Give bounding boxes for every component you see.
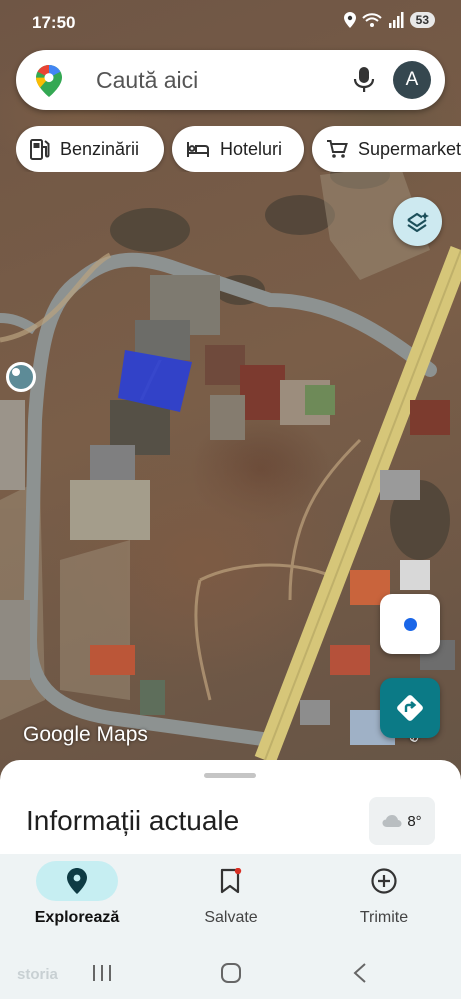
bottom-navigation: Explorează Salvate Trimite (0, 854, 461, 948)
nav-explore[interactable]: Explorează (0, 854, 154, 948)
cloud-icon (382, 815, 402, 827)
nav-label: Trimite (359, 909, 409, 926)
chip-gas-stations[interactable]: Benzinării (16, 126, 164, 172)
place-marker-icon[interactable] (6, 362, 36, 392)
chip-supermarket[interactable]: Supermarket (312, 126, 461, 172)
system-navigation-bar: storia (0, 948, 461, 999)
home-button[interactable] (211, 958, 251, 988)
nav-icon-container (190, 861, 272, 901)
battery-indicator: 53 (409, 12, 435, 28)
directions-icon (397, 695, 423, 721)
nav-contribute[interactable]: Trimite (307, 854, 461, 948)
category-chips: Benzinării Hoteluri Supermarket (16, 126, 461, 172)
temperature: 8° (407, 812, 422, 830)
bottom-sheet[interactable]: Informații actuale 8° (0, 760, 461, 860)
add-circle-icon (371, 868, 397, 894)
search-bar[interactable]: Caută aici A (16, 50, 445, 110)
home-icon (221, 963, 241, 983)
bed-icon (187, 142, 209, 157)
chip-label: Benzinării (60, 138, 140, 159)
status-time: 17:50 (32, 13, 76, 32)
nav-icon-container (343, 861, 425, 901)
gas-station-icon (30, 139, 50, 160)
bookmark-icon (220, 868, 242, 894)
sheet-title: Informații actuale (26, 805, 240, 836)
account-avatar[interactable]: A (393, 61, 431, 99)
brand-watermark: storia (17, 966, 58, 983)
microphone-icon[interactable] (352, 67, 376, 93)
back-button[interactable] (340, 958, 380, 988)
signal-icon (388, 12, 404, 28)
chip-label: Supermarket (358, 138, 461, 159)
nav-icon-container (36, 861, 118, 901)
status-bar: 17:50 53 (0, 0, 461, 44)
wifi-icon (361, 13, 382, 27)
chip-hotels[interactable]: Hoteluri (172, 126, 304, 172)
nav-saved[interactable]: Salvate (154, 854, 308, 948)
directions-button[interactable] (380, 678, 440, 738)
search-input[interactable]: Caută aici (96, 67, 198, 94)
recent-apps-icon (93, 965, 111, 981)
google-maps-logo-icon (36, 65, 62, 97)
explore-pin-icon (67, 868, 87, 894)
map-watermark: Google Maps (23, 723, 148, 746)
status-icons: 53 (343, 12, 435, 28)
cart-icon (327, 140, 348, 158)
layers-button[interactable] (393, 197, 442, 246)
nav-label: Explorează (34, 909, 120, 926)
weather-chip[interactable]: 8° (369, 797, 435, 845)
chip-label: Hoteluri (220, 138, 283, 159)
recent-apps-button[interactable] (82, 958, 122, 988)
back-icon (353, 963, 366, 983)
my-location-button[interactable] (380, 594, 440, 654)
sheet-drag-handle[interactable] (204, 773, 256, 778)
layers-icon (406, 211, 429, 232)
my-location-icon (403, 617, 417, 631)
location-status-icon (343, 12, 356, 28)
nav-label: Salvate (204, 909, 258, 926)
